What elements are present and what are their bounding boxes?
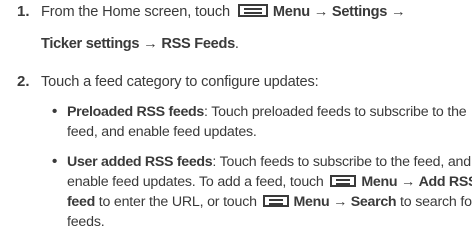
bullet-2-line-1: User added RSS feeds: Touch feeds to sub… xyxy=(67,153,471,173)
bullet-2-text: to enter the URL, or touch xyxy=(94,194,257,210)
bullet-2-text: to search for xyxy=(396,194,472,210)
menu-key-icon xyxy=(237,4,268,17)
bullet-2-line-3: feed to enter the URL, or touch Menu → S… xyxy=(67,193,472,213)
bullet-dot: • xyxy=(52,153,58,170)
step-2-number: 2. xyxy=(17,73,30,90)
step-2-text: Touch a feed category to configure updat… xyxy=(41,74,319,90)
rss-feeds-label: RSS Feeds xyxy=(161,36,235,52)
bullet-2-text: enable feed updates. To add a feed, touc… xyxy=(67,174,324,190)
step-1-line-1: From the Home screen, touch Menu → Setti… xyxy=(41,2,406,22)
arrow-icon: → xyxy=(333,194,348,210)
step-1-text: From the Home screen, touch xyxy=(41,4,230,20)
menu-label: Menu xyxy=(272,4,310,20)
menu-label: Menu xyxy=(361,174,398,190)
bullet-1-text: : Touch preloaded feeds to subscribe to … xyxy=(204,104,467,120)
menu-key-icon xyxy=(330,175,357,187)
instructions-page: 1. From the Home screen, touch Menu → Se… xyxy=(0,0,472,242)
ticker-settings-label: Ticker settings xyxy=(41,36,140,52)
bullet-dot: • xyxy=(52,103,58,120)
bullet-1-line-2: feed, and enable feed updates. xyxy=(67,124,257,140)
menu-key-icon xyxy=(262,195,289,207)
add-rss-label: Add RSS xyxy=(418,174,472,190)
bullet-2-line-4: feeds. xyxy=(67,214,105,230)
arrow-icon: → xyxy=(400,174,415,190)
step-1-number: 1. xyxy=(17,3,30,20)
arrow-icon: → xyxy=(391,4,406,20)
arrow-icon: → xyxy=(143,36,158,52)
bullet-2-text: : Touch feeds to subscribe to the feed, … xyxy=(212,154,471,170)
arrow-icon: → xyxy=(313,4,329,20)
preloaded-feeds-title: Preloaded RSS feeds xyxy=(67,104,205,120)
user-added-feeds-title: User added RSS feeds xyxy=(67,154,213,170)
settings-label: Settings xyxy=(331,4,388,20)
menu-label: Menu xyxy=(293,194,330,210)
bullet-2-line-2: enable feed updates. To add a feed, touc… xyxy=(67,173,472,193)
feed-label: feed xyxy=(67,194,95,210)
step-1-line-2: Ticker settings → RSS Feeds. xyxy=(41,34,239,54)
period: . xyxy=(234,36,239,52)
search-label: Search xyxy=(350,194,397,210)
bullet-1-line-1: Preloaded RSS feeds: Touch preloaded fee… xyxy=(67,103,467,123)
